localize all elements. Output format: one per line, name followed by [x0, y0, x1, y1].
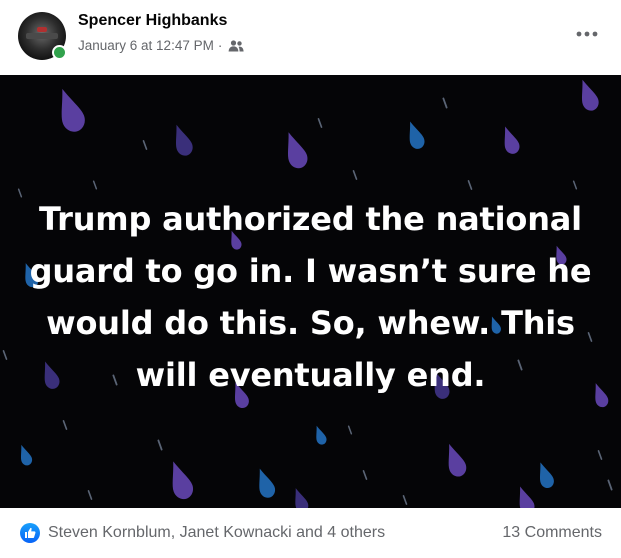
author-avatar[interactable]: [18, 12, 67, 60]
raindrop-shape: [62, 420, 68, 430]
post-meta: January 6 at 12:47 PM ·: [78, 38, 244, 53]
raindrop-shape: [504, 126, 520, 154]
author-name[interactable]: Spencer Highbanks: [78, 12, 227, 30]
raindrop-shape: [2, 350, 8, 360]
raindrop-shape: [317, 118, 323, 128]
raindrop-shape: [287, 132, 308, 169]
raindrop-shape: [362, 470, 368, 480]
post-background-panel[interactable]: Trump authorized the national guard to g…: [0, 75, 621, 508]
reactors-text: Steven Kornblum, Janet Kownacki and 4 ot…: [48, 524, 386, 541]
raindrop-shape: [87, 490, 93, 500]
avatar-accent: [37, 27, 47, 32]
raindrop-shape: [295, 488, 309, 508]
like-icon: [20, 523, 40, 543]
raindrop-shape: [172, 461, 194, 500]
facebook-post: Spencer Highbanks January 6 at 12:47 PM …: [0, 0, 621, 558]
comments-count[interactable]: 13 Comments: [502, 524, 602, 542]
raindrop-shape: [448, 443, 467, 477]
raindrop-shape: [409, 121, 425, 149]
more-options-button[interactable]: [569, 20, 605, 48]
raindrop-shape: [316, 425, 327, 445]
raindrop-shape: [607, 479, 613, 491]
raindrop-shape: [347, 425, 353, 435]
raindrop-shape: [467, 180, 473, 190]
raindrop-shape: [20, 444, 33, 466]
raindrop-shape: [402, 495, 408, 505]
raindrop-shape: [572, 180, 578, 190]
reactions-summary[interactable]: Steven Kornblum, Janet Kownacki and 4 ot…: [20, 523, 385, 543]
raindrop-shape: [597, 450, 603, 460]
raindrop-shape: [157, 439, 163, 451]
online-status-indicator: [52, 45, 67, 60]
meta-separator: ·: [217, 38, 223, 53]
raindrop-shape: [259, 468, 276, 498]
post-footer: Steven Kornblum, Janet Kownacki and 4 ot…: [0, 508, 621, 558]
avatar-detail: [26, 33, 58, 39]
raindrop-shape: [92, 180, 98, 190]
raindrop-shape: [352, 170, 358, 180]
more-options-icon: [576, 31, 598, 37]
raindrop-shape: [539, 462, 554, 489]
raindrop-shape: [581, 79, 599, 111]
raindrop-shape: [519, 486, 535, 508]
post-header: Spencer Highbanks January 6 at 12:47 PM …: [0, 0, 621, 75]
post-text: Trump authorized the national guard to g…: [29, 200, 592, 394]
raindrop-shape: [142, 140, 148, 150]
post-timestamp[interactable]: January 6 at 12:47 PM: [78, 38, 214, 53]
raindrop-shape: [61, 88, 85, 132]
raindrop-shape: [442, 97, 448, 109]
raindrop-shape: [175, 124, 193, 156]
friends-icon[interactable]: [228, 39, 244, 52]
